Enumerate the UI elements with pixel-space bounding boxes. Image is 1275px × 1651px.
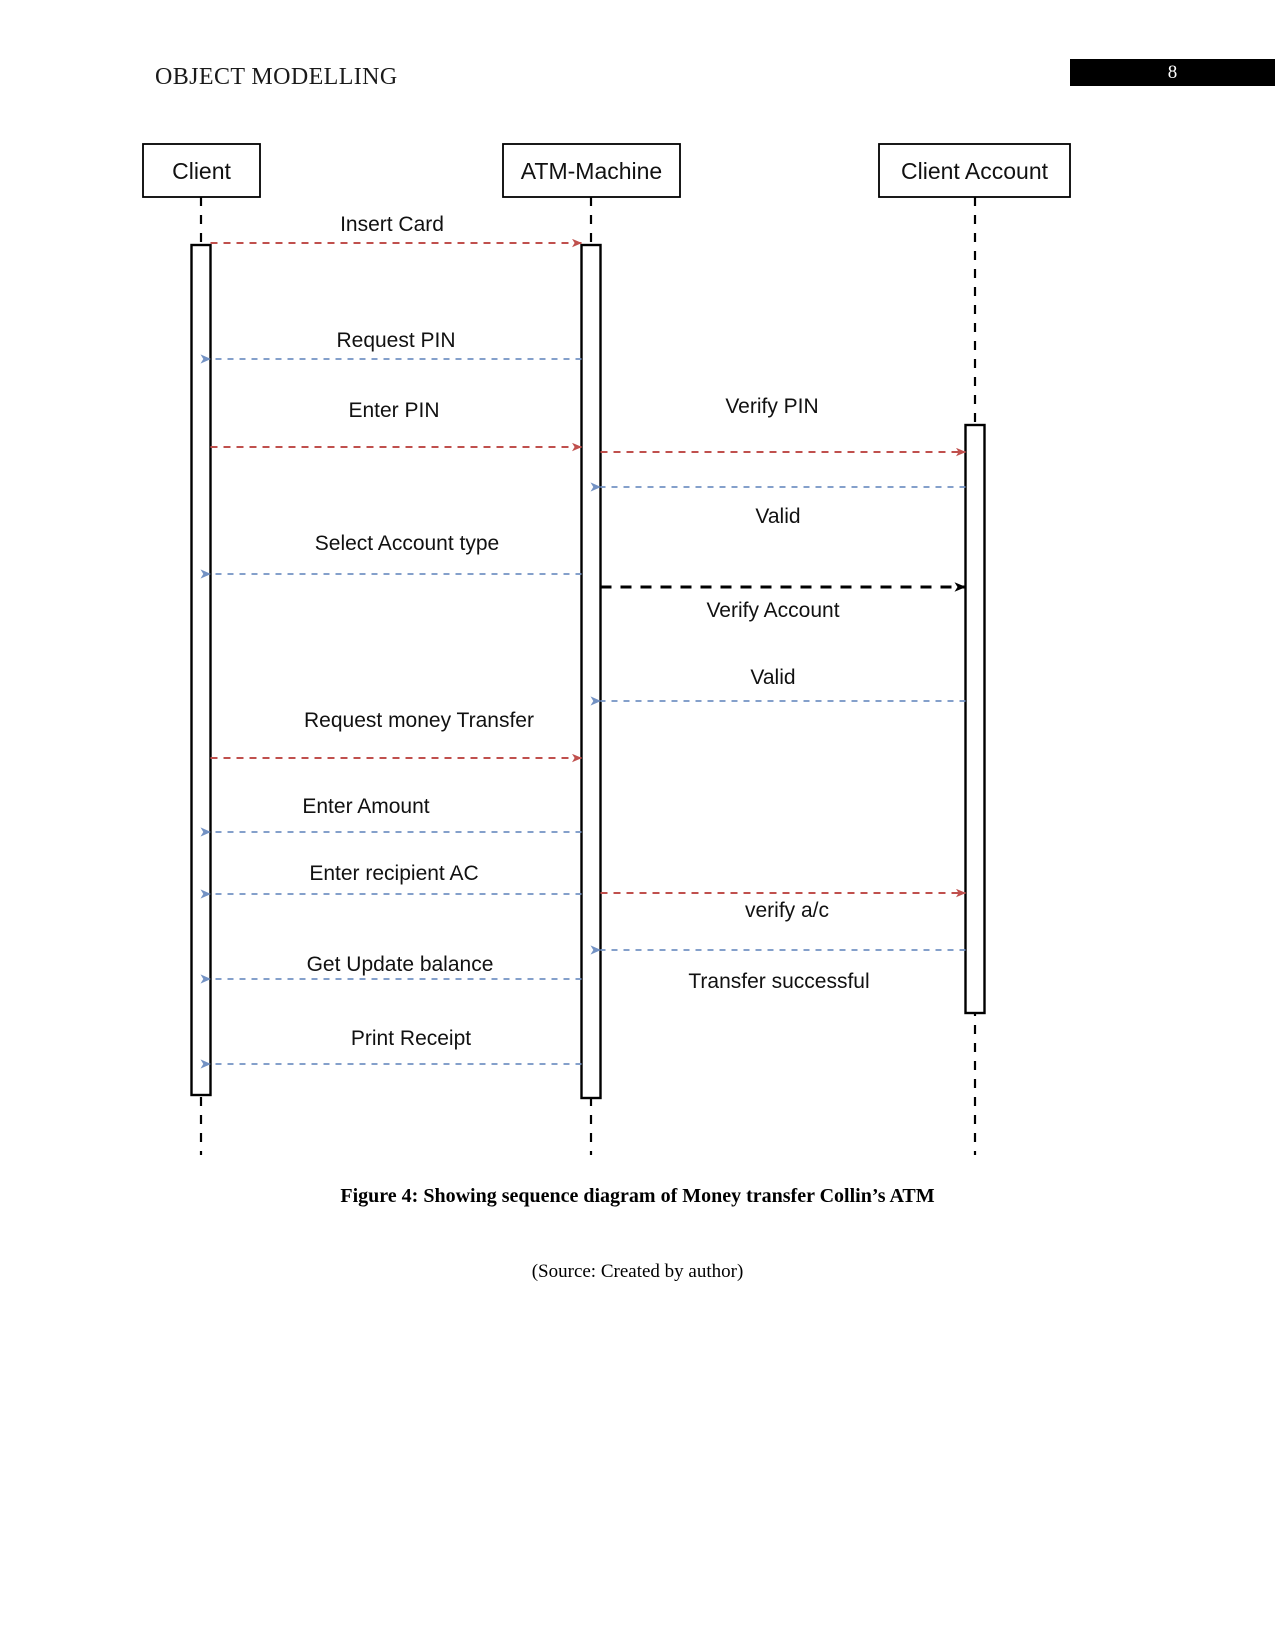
- message-7: Valid: [590, 666, 966, 706]
- message-label-0: Insert Card: [340, 213, 444, 236]
- message-label-2: Enter PIN: [348, 399, 439, 422]
- message-label-5: Select Account type: [315, 532, 499, 555]
- message-label-13: Get Update balance: [307, 953, 494, 976]
- activation-bar-atm: [580, 243, 602, 1100]
- message-6: Verify Account: [600, 582, 966, 622]
- message-9: Enter Amount: [200, 795, 582, 837]
- message-11: verify a/c: [600, 888, 966, 922]
- message-1: Request PIN: [200, 329, 582, 364]
- activation-bar-account: [964, 423, 986, 1015]
- message-label-8: Request money Transfer: [304, 709, 534, 732]
- message-label-3: Verify PIN: [725, 395, 818, 418]
- message-label-14: Print Receipt: [351, 1027, 471, 1050]
- figure-source: (Source: Created by author): [531, 1261, 744, 1282]
- lifeline-atm: ATM-Machine: [502, 143, 681, 1155]
- message-label-12: Transfer successful: [688, 970, 869, 993]
- message-8: Request money Transfer: [210, 709, 582, 763]
- message-13: Get Update balance: [200, 953, 582, 984]
- message-label-10: Enter recipient AC: [309, 862, 478, 885]
- message-4: Valid: [590, 482, 966, 528]
- message-label-6: Verify Account: [706, 599, 839, 622]
- message-10: Enter recipient AC: [200, 862, 582, 899]
- message-14: Print Receipt: [200, 1027, 582, 1069]
- sequence-diagram: Client ATM-Machine Client Account Insert C…: [142, 143, 1071, 1155]
- activation-bar-client: [190, 243, 212, 1097]
- lifeline-label-client: Client: [172, 158, 231, 184]
- message-3: Verify PIN: [600, 395, 966, 457]
- lifeline-account: Client Account: [878, 143, 1071, 1155]
- lifeline-client: Client: [142, 143, 261, 1155]
- lifeline-label-atm: ATM-Machine: [521, 158, 662, 184]
- message-12: Transfer successful: [590, 945, 966, 993]
- message-label-9: Enter Amount: [302, 795, 429, 818]
- message-label-4: Valid: [755, 505, 800, 528]
- document-page: OBJECT MODELLING 8 Client ATM-Machine Cl…: [0, 0, 1275, 1651]
- message-label-11: verify a/c: [745, 899, 829, 922]
- message-5: Select Account type: [200, 532, 582, 579]
- lifeline-label-account: Client Account: [901, 158, 1049, 184]
- message-label-1: Request PIN: [336, 329, 455, 352]
- figure-caption: Figure 4: Showing sequence diagram of Mo…: [340, 1185, 935, 1207]
- message-0: Insert Card: [210, 213, 582, 248]
- lifeline-group: Client ATM-Machine Client Account: [142, 143, 1071, 1155]
- message-2: Enter PIN: [210, 399, 582, 452]
- message-label-7: Valid: [750, 666, 795, 689]
